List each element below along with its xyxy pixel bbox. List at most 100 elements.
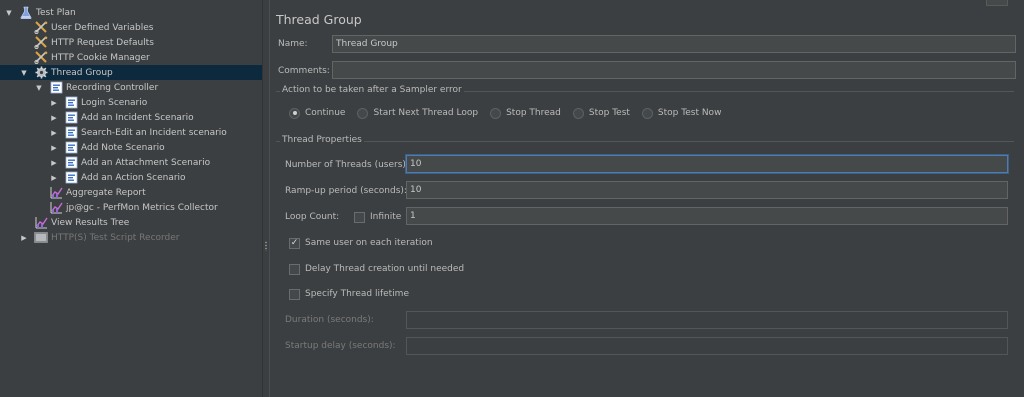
delay-thread-label: Delay Thread creation until needed	[305, 264, 465, 274]
collapse-arrow-icon[interactable]: ▼	[19, 65, 29, 80]
page-title: Thread Group	[276, 12, 362, 27]
thread-properties-divider	[276, 141, 1014, 142]
comments-label: Comments:	[278, 66, 330, 76]
tree-item[interactable]: ▶ Search-Edit an Incident scenario	[0, 125, 262, 140]
window-restore-button[interactable]	[986, 0, 1008, 6]
rampup-field[interactable]	[406, 181, 1008, 199]
expand-arrow-icon[interactable]: ▶	[49, 95, 59, 110]
tree-item-label: Add an Attachment Scenario	[81, 157, 211, 168]
splitter-grip-icon[interactable]	[265, 241, 267, 251]
sampler-error-title: Action to be taken after a Sampler error	[280, 85, 464, 95]
thread-group-panel: Thread Group Name: Comments: Action to b…	[270, 0, 1024, 397]
tree-item[interactable]: ▼ Recording Controller	[0, 80, 262, 95]
tree-item[interactable]: User Defined Variables	[0, 20, 262, 35]
thread-lifetime-check-box[interactable]	[289, 288, 300, 300]
delay-thread-check-box[interactable]	[289, 263, 300, 275]
comments-field[interactable]	[332, 61, 1016, 79]
radio-unselected-icon[interactable]	[572, 107, 584, 119]
tree-item-label: Recording Controller	[66, 82, 159, 93]
wrench-scissors-icon	[34, 21, 48, 34]
thread-lifetime-checkbox[interactable]: Specify Thread lifetime	[289, 287, 409, 301]
tree-item[interactable]: ▶ Login Scenario	[0, 95, 262, 110]
radio-selected-icon[interactable]	[289, 107, 300, 119]
gear-icon	[34, 66, 48, 79]
same-user-label: Same user on each iteration	[305, 238, 433, 248]
sampler-error-radio[interactable]: Stop Test Now	[641, 106, 722, 120]
expand-arrow-icon[interactable]: ▶	[49, 110, 59, 125]
tree-item[interactable]: ▶ Add an Action Scenario	[0, 170, 262, 185]
tree-item[interactable]: ▶ Add an Attachment Scenario	[0, 155, 262, 170]
tree-item-label: Add Note Scenario	[81, 142, 165, 153]
controller-icon	[64, 111, 78, 124]
sampler-error-radio[interactable]: Stop Thread	[490, 106, 561, 120]
duration-field[interactable]	[406, 311, 1008, 329]
tree-item-label: Aggregate Report	[66, 187, 146, 198]
threads-label: Number of Threads (users):	[285, 160, 409, 170]
tree-item-label: HTTP Request Defaults	[51, 37, 154, 48]
tree-item-label: Thread Group	[51, 67, 113, 78]
sampler-error-radio[interactable]: Continue	[289, 106, 345, 120]
wrench-scissors-icon	[34, 36, 48, 49]
name-field[interactable]	[332, 35, 1016, 53]
radio-label: Stop Test Now	[657, 108, 722, 118]
threads-field[interactable]	[406, 155, 1008, 173]
controller-icon	[64, 171, 78, 184]
delay-thread-checkbox[interactable]: Delay Thread creation until needed	[289, 262, 464, 276]
infinite-label: Infinite	[370, 212, 402, 222]
tree-item[interactable]: ▶ HTTP(S) Test Script Recorder	[0, 230, 262, 245]
test-plan-tree[interactable]: ▼ Test Plan User Defined Variables HTTP Req…	[0, 0, 262, 397]
tree-item-label: View Results Tree	[51, 217, 130, 228]
sampler-error-radio[interactable]: Stop Test	[572, 106, 630, 120]
flask-icon	[19, 6, 33, 19]
tree-item-label: Search-Edit an Incident scenario	[81, 127, 227, 138]
loop-count-field[interactable]	[406, 207, 1008, 225]
tree-item[interactable]: HTTP Cookie Manager	[0, 50, 262, 65]
infinite-checkbox[interactable]: Infinite	[354, 210, 401, 224]
expand-arrow-icon[interactable]: ▶	[49, 125, 59, 140]
same-user-check-box[interactable]: ✓	[289, 237, 300, 249]
tree-item-label: HTTP(S) Test Script Recorder	[51, 232, 180, 243]
tree-item[interactable]: Aggregate Report	[0, 185, 262, 200]
collapse-arrow-icon[interactable]: ▼	[34, 80, 44, 95]
rampup-label: Ramp-up period (seconds):	[285, 186, 407, 196]
radio-label: Stop Test	[588, 108, 630, 118]
tree-item[interactable]: ▼ Test Plan	[0, 5, 262, 20]
tree-item[interactable]: HTTP Request Defaults	[0, 35, 262, 50]
chart-icon	[49, 186, 63, 199]
expand-arrow-icon[interactable]: ▶	[49, 140, 59, 155]
tree-item[interactable]: ▼ Thread Group	[0, 65, 262, 80]
tree-item-label: HTTP Cookie Manager	[51, 52, 150, 63]
panel-splitter[interactable]	[262, 0, 270, 397]
expand-arrow-icon[interactable]: ▶	[49, 155, 59, 170]
controller-icon	[64, 156, 78, 169]
tree-item[interactable]: View Results Tree	[0, 215, 262, 230]
radio-unselected-icon[interactable]	[357, 107, 369, 119]
radio-unselected-icon[interactable]	[490, 107, 502, 119]
infinite-check-box[interactable]	[354, 211, 365, 223]
tree-item[interactable]: ▶ Add Note Scenario	[0, 140, 262, 155]
loop-count-label: Loop Count:	[285, 212, 340, 222]
controller-icon	[64, 126, 78, 139]
radio-label: Continue	[305, 108, 346, 118]
tree-item-label: Test Plan	[36, 7, 76, 18]
radio-unselected-icon[interactable]	[641, 107, 653, 119]
tree-item-label: Add an Incident Scenario	[81, 112, 194, 123]
thread-properties-title: Thread Properties	[280, 135, 364, 145]
collapse-arrow-icon[interactable]: ▼	[4, 5, 14, 20]
controller-icon	[64, 96, 78, 109]
wrench-scissors-icon	[34, 51, 48, 64]
expand-arrow-icon[interactable]: ▶	[19, 230, 29, 245]
tree-item[interactable]: ▶ Add an Incident Scenario	[0, 110, 262, 125]
expand-arrow-icon[interactable]: ▶	[49, 170, 59, 185]
sampler-error-radio[interactable]: Start Next Thread Loop	[357, 106, 478, 120]
sampler-error-options: Continue Start Next Thread Loop Stop Threa…	[289, 106, 721, 120]
thread-lifetime-label: Specify Thread lifetime	[305, 289, 409, 299]
startup-delay-field[interactable]	[406, 337, 1008, 355]
same-user-checkbox[interactable]: ✓ Same user on each iteration	[289, 236, 433, 250]
tree-item[interactable]: jp@gc - PerfMon Metrics Collector	[0, 200, 262, 215]
